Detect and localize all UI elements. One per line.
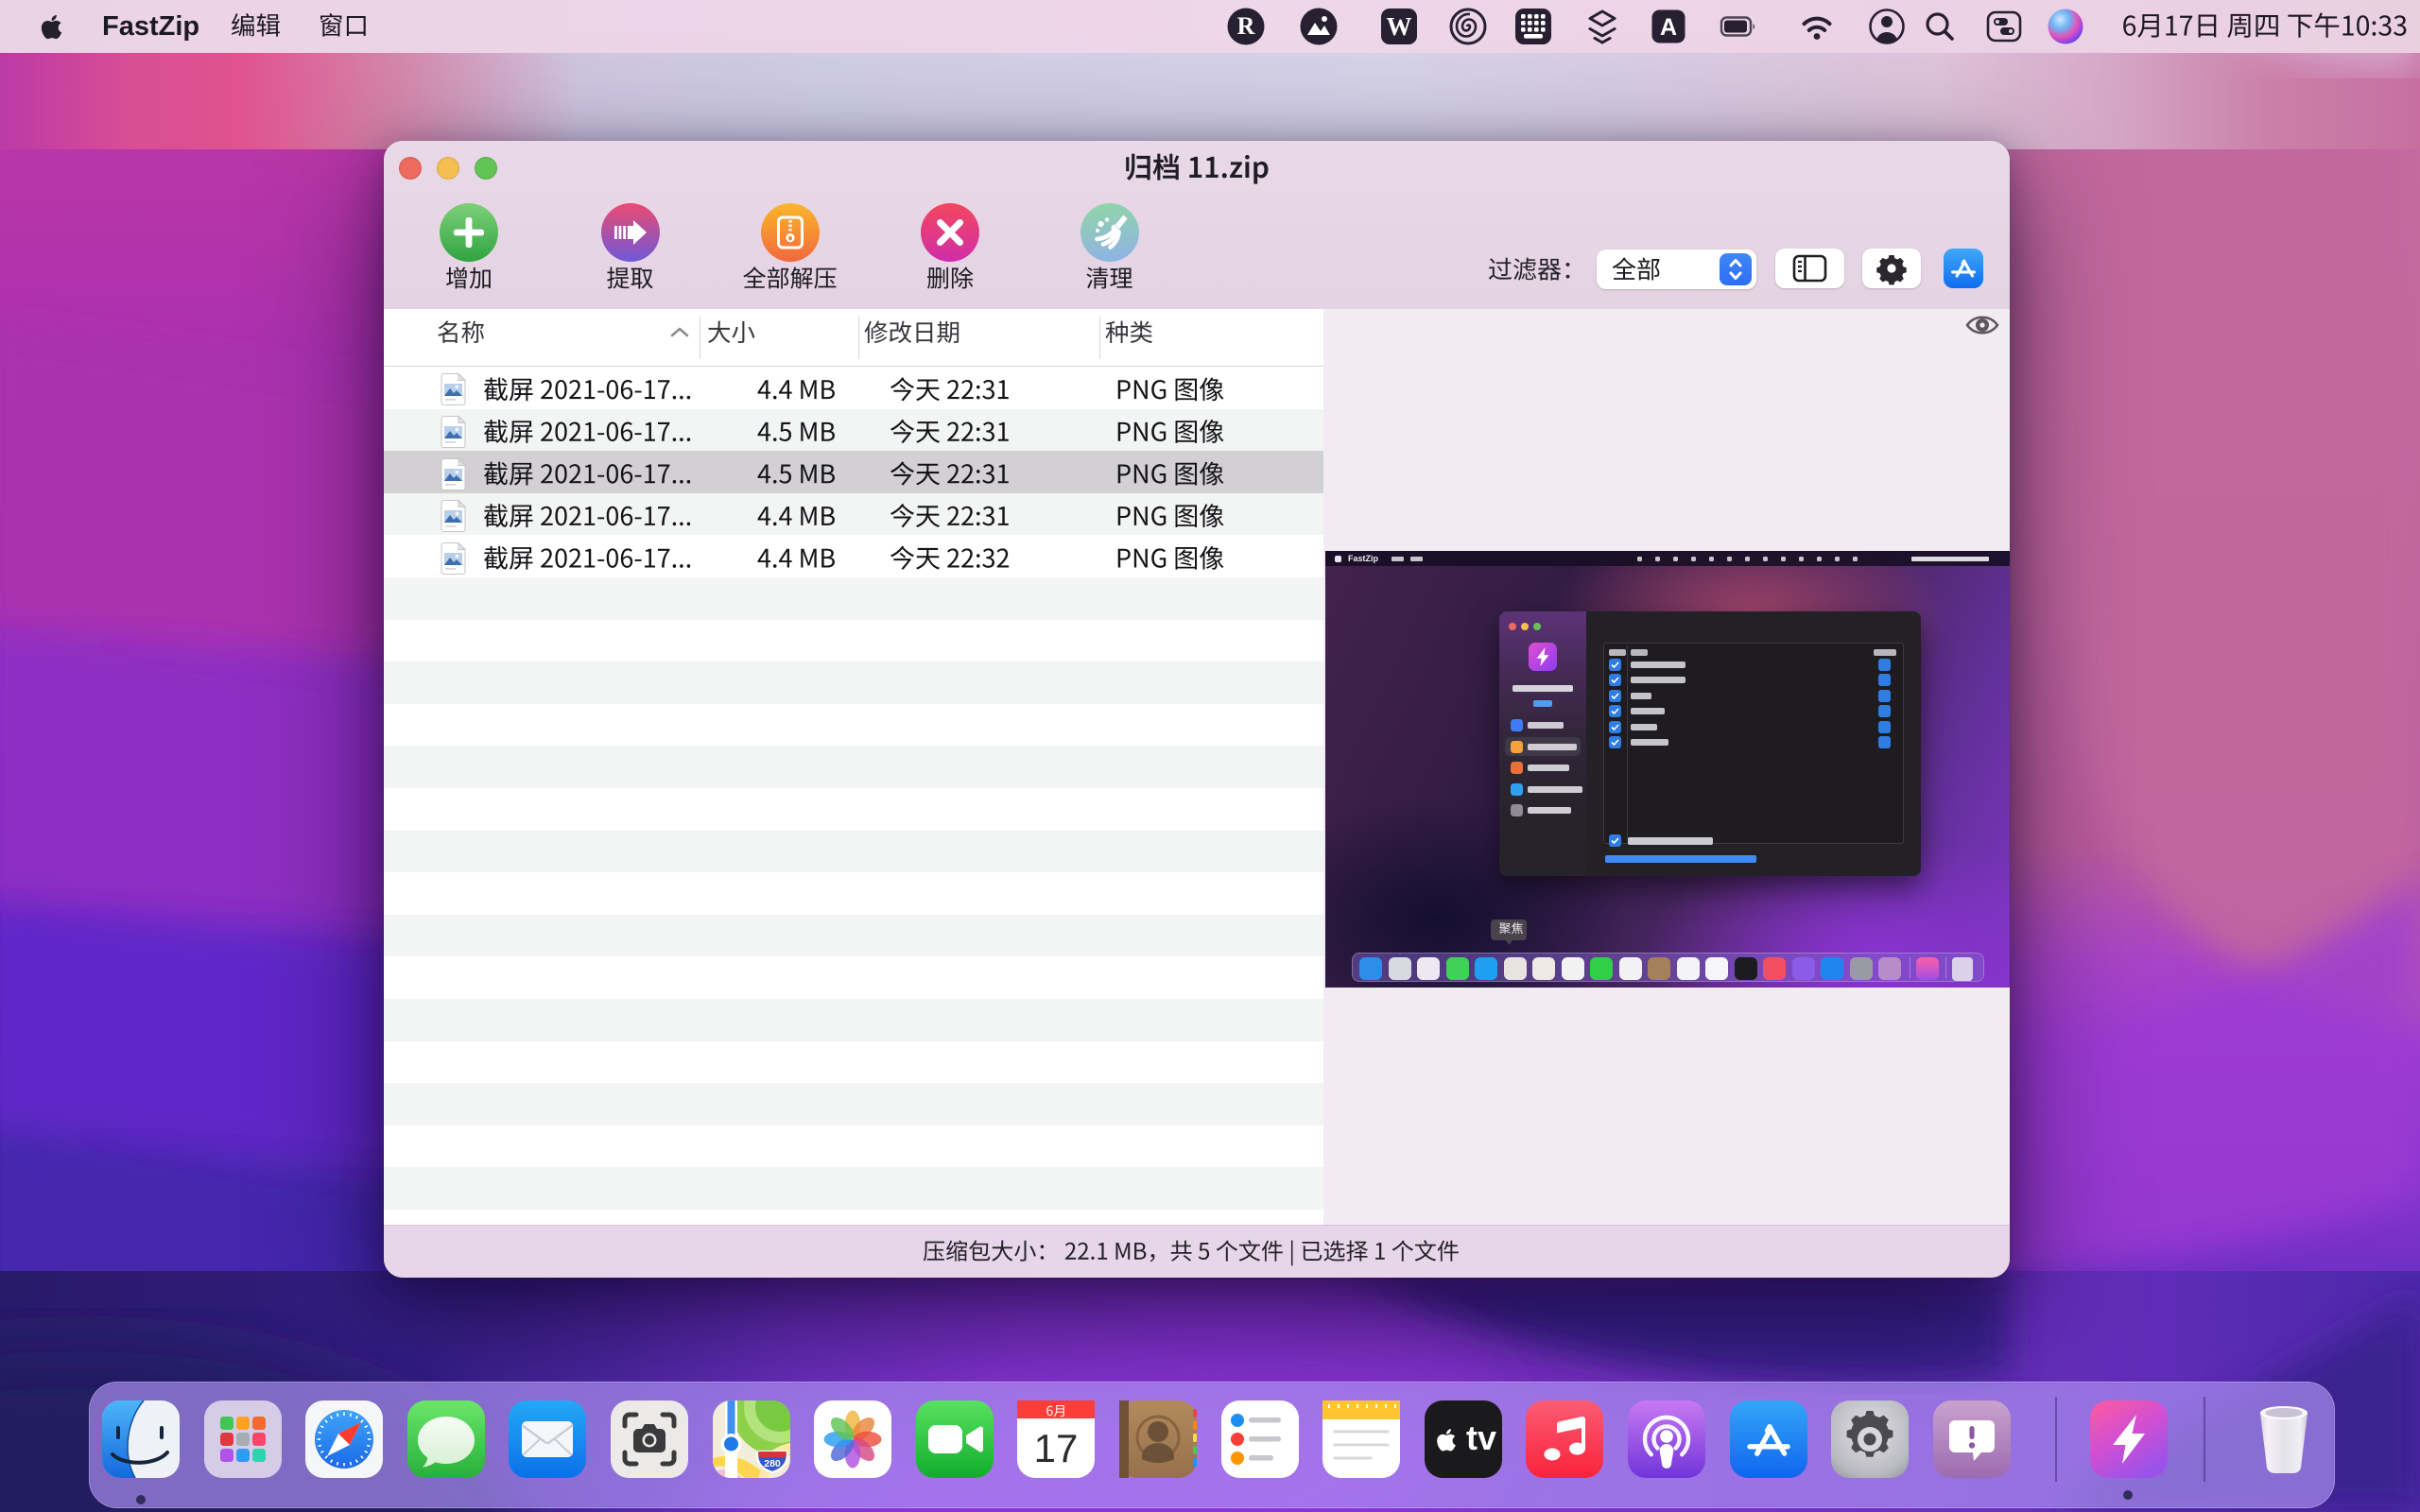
svg-text:17: 17 xyxy=(1034,1426,1079,1470)
svg-text:tv: tv xyxy=(1466,1418,1496,1457)
svg-text:R: R xyxy=(1237,12,1255,40)
svg-text:W: W xyxy=(1387,12,1412,41)
svg-text:A: A xyxy=(1660,14,1677,41)
svg-text:280: 280 xyxy=(764,1458,781,1469)
